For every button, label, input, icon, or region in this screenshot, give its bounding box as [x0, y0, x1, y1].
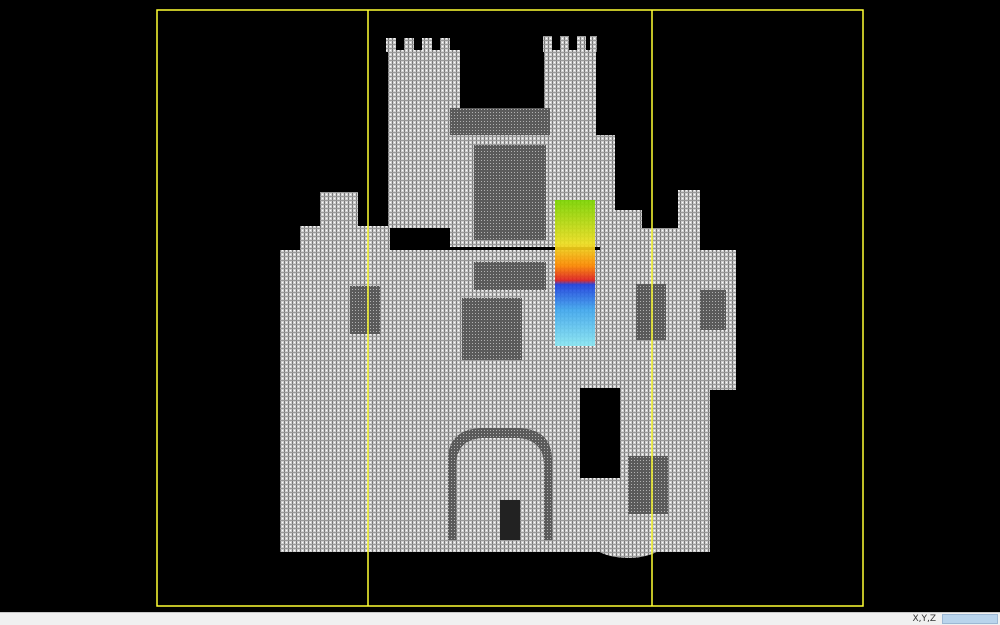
point-cloud-canvas[interactable]: [0, 0, 1000, 612]
point-cloud-viewport[interactable]: [0, 0, 1000, 612]
scalar-field-overlay: [555, 200, 595, 346]
status-bar: X,Y,Z: [0, 612, 1000, 625]
right-tower: [544, 50, 596, 140]
coordinate-readout-field[interactable]: [942, 614, 998, 624]
building-scan: [280, 36, 736, 558]
left-tower: [388, 50, 460, 228]
coordinate-label: X,Y,Z: [912, 614, 936, 624]
